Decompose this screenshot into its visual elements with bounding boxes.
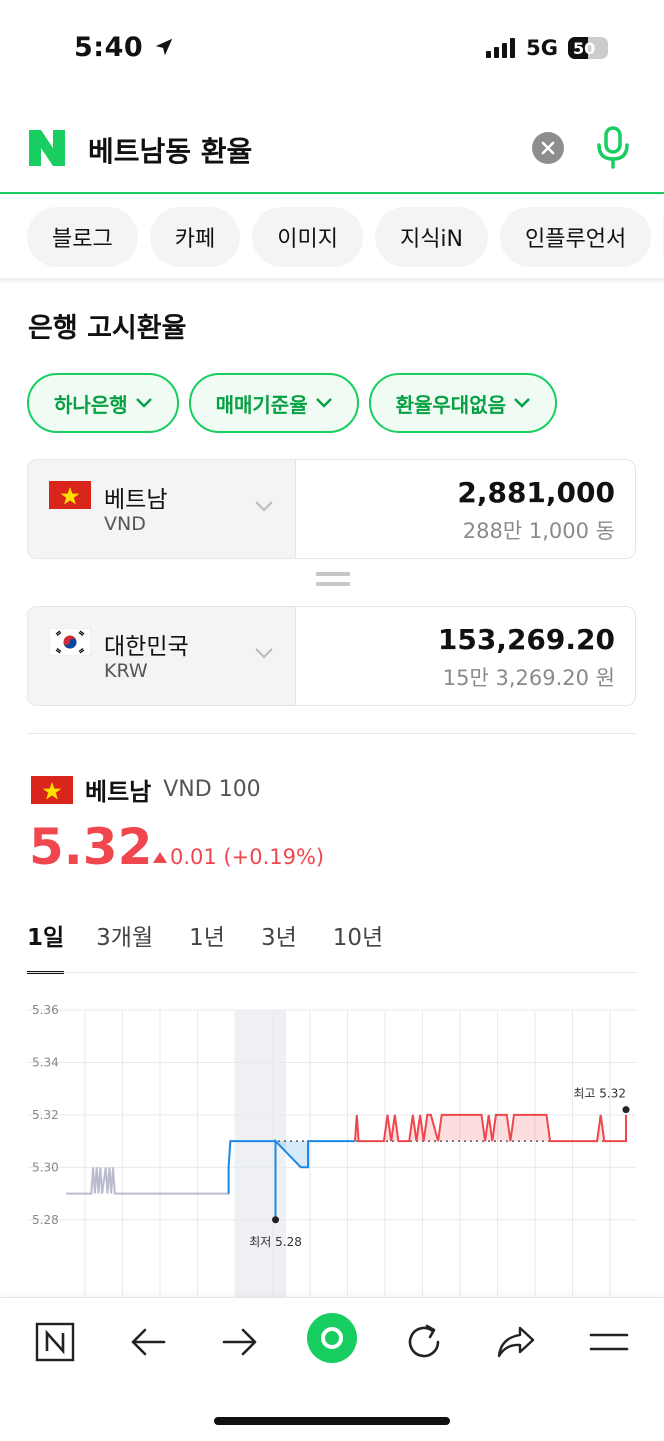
to-currency-code: KRW — [104, 660, 148, 682]
bottom-navigation — [0, 1297, 664, 1441]
share-icon[interactable] — [494, 1320, 538, 1364]
filter-row: 하나은행 매매기준율 환율우대없음 — [27, 373, 558, 433]
tab-3years[interactable]: 3년 — [261, 918, 297, 974]
period-tabs: 1일 3개월 1년 3년 10년 — [27, 918, 419, 974]
y-tick-label: 5.32 — [32, 1108, 59, 1122]
low-point — [272, 1216, 280, 1224]
naver-home-icon[interactable] — [33, 1320, 77, 1364]
vietnam-flag-icon — [49, 481, 91, 509]
equals-icon — [316, 572, 350, 592]
rate-change-text: 0.01 (+0.19%) — [170, 845, 325, 869]
discount-filter-label: 환율우대없음 — [395, 392, 507, 417]
rate-chart[interactable]: 5.36 5.34 5.32 5.30 5.28 최저 5.28 최고 5.32 — [0, 990, 664, 1297]
chip-divider — [0, 278, 664, 284]
back-arrow-icon[interactable] — [126, 1320, 170, 1364]
section-divider — [27, 733, 636, 734]
price-line — [66, 1167, 230, 1195]
from-currency-row: 베트남 VND 2,881,000 288만 1,000 동 — [27, 459, 636, 559]
chip-cafe[interactable]: 카페 — [149, 207, 241, 267]
tab-1day[interactable]: 1일 — [27, 918, 65, 974]
y-tick-label: 5.36 — [32, 1003, 59, 1017]
high-label: 최고 5.32 — [573, 1087, 626, 1101]
naver-logo[interactable] — [27, 128, 67, 168]
bank-filter[interactable]: 하나은행 — [27, 373, 179, 433]
current-rate: 5.32 — [29, 818, 153, 876]
to-currency-name: 대한민국 — [104, 634, 189, 660]
status-indicators: 5G 50 — [486, 36, 608, 60]
low-label: 최저 5.28 — [249, 1235, 302, 1249]
rate-change: 0.01 (+0.19%) — [153, 845, 324, 869]
category-tabs: 블로그 카페 이미지 지식iN 인플루언서 — [27, 207, 664, 267]
to-currency-row: 대한민국 KRW 153,269.20 15만 3,269.20 원 — [27, 606, 636, 706]
from-currency-code: VND — [104, 513, 146, 535]
from-amount-input[interactable]: 2,881,000 — [457, 476, 615, 509]
menu-icon[interactable] — [587, 1320, 631, 1364]
to-amount-input[interactable]: 153,269.20 — [438, 623, 615, 656]
signal-icon — [486, 38, 516, 58]
search-input[interactable]: 베트남동 환율 — [88, 130, 252, 170]
battery-icon: 50 — [568, 37, 608, 59]
to-amount-korean: 15만 3,269.20 원 — [442, 666, 615, 690]
high-point — [622, 1106, 630, 1114]
tab-10years[interactable]: 10년 — [333, 918, 383, 974]
rate-type-filter-label: 매매기준율 — [215, 392, 308, 417]
green-dot-icon[interactable] — [306, 1312, 358, 1364]
from-amount-korean: 288만 1,000 동 — [462, 519, 615, 543]
y-tick-label: 5.34 — [32, 1055, 59, 1069]
microphone-icon[interactable] — [594, 124, 632, 170]
y-tick-label: 5.28 — [32, 1213, 59, 1227]
rate-country: 베트남 — [85, 778, 152, 806]
battery-level: 50 — [573, 38, 596, 58]
korea-flag-icon — [49, 628, 91, 656]
vietnam-flag-icon — [31, 775, 73, 804]
tab-3months[interactable]: 3개월 — [96, 918, 153, 974]
status-time: 5:40 — [74, 32, 175, 63]
rate-unit: VND 100 — [163, 777, 261, 802]
up-triangle-icon — [153, 852, 167, 863]
rate-type-filter[interactable]: 매매기준율 — [188, 373, 359, 433]
chip-image[interactable]: 이미지 — [252, 207, 363, 267]
chevron-down-icon — [315, 398, 332, 408]
chevron-down-icon — [255, 648, 273, 659]
refresh-icon[interactable] — [402, 1320, 446, 1364]
clear-search-button[interactable] — [532, 132, 564, 164]
location-arrow-icon — [155, 38, 173, 56]
chevron-down-icon — [255, 501, 273, 512]
discount-filter[interactable]: 환율우대없음 — [368, 373, 558, 433]
network-label: 5G — [526, 36, 558, 60]
rate-header: 베트남 VND 100 — [31, 772, 261, 807]
clock-text: 5:40 — [74, 32, 144, 63]
chip-influencer[interactable]: 인플루언서 — [500, 207, 652, 267]
bank-filter-label: 하나은행 — [54, 392, 128, 417]
chip-knowledge-in[interactable]: 지식iN — [374, 207, 489, 267]
home-indicator — [214, 1417, 450, 1425]
tab-underline — [27, 972, 636, 973]
chevron-down-icon — [514, 398, 530, 408]
y-tick-label: 5.30 — [32, 1160, 59, 1174]
to-currency-select[interactable]: 대한민국 KRW — [28, 607, 296, 705]
from-currency-name: 베트남 — [104, 487, 168, 513]
chip-blog[interactable]: 블로그 — [27, 207, 138, 267]
forward-arrow-icon[interactable] — [218, 1320, 262, 1364]
tab-1year[interactable]: 1년 — [189, 918, 225, 974]
highlight-band — [236, 1010, 286, 1297]
section-title: 은행 고시환율 — [28, 313, 187, 344]
search-bar: 베트남동 환율 — [0, 110, 664, 194]
close-icon — [541, 141, 555, 155]
chevron-down-icon — [135, 398, 152, 408]
from-currency-select[interactable]: 베트남 VND — [28, 460, 296, 558]
